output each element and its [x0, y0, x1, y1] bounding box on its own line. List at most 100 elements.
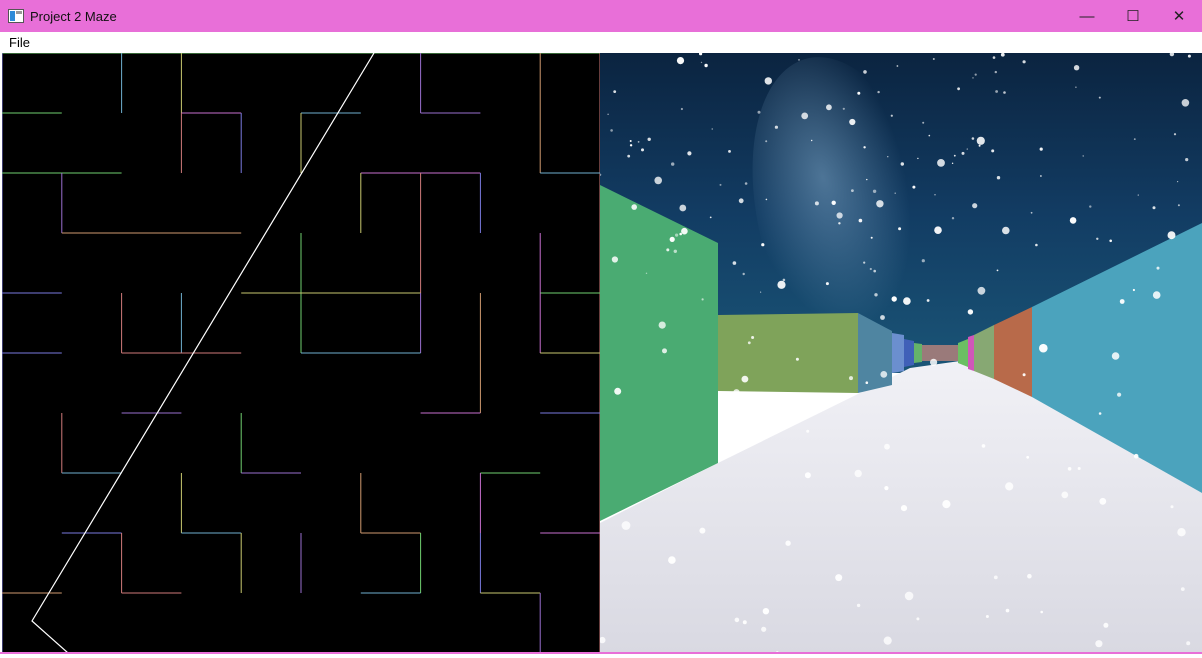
snowflake — [1133, 453, 1139, 459]
snowflake — [676, 57, 685, 65]
snowflake — [747, 341, 751, 345]
snowflake — [904, 591, 914, 601]
star — [1137, 194, 1139, 196]
snowflake — [880, 315, 885, 320]
snowflake — [849, 118, 856, 126]
snowflake — [1117, 392, 1122, 397]
snowflake — [1177, 528, 1186, 537]
wall-left-near — [600, 185, 718, 521]
star — [896, 65, 899, 67]
title-bar[interactable]: Project 2 Maze — ☐ ✕ — [0, 0, 1202, 32]
star — [744, 182, 748, 185]
star — [877, 90, 880, 94]
star — [1152, 206, 1156, 210]
snowflake — [741, 375, 749, 383]
star — [994, 70, 997, 74]
star — [991, 149, 995, 153]
star — [900, 162, 904, 166]
snowflake — [883, 636, 892, 645]
star — [1132, 288, 1135, 292]
snowflake — [856, 603, 861, 608]
snowflake — [1035, 243, 1038, 247]
snowflake — [681, 227, 688, 235]
snowflake — [1152, 291, 1161, 299]
wall-far-green — [914, 343, 922, 363]
star — [728, 150, 731, 153]
star — [673, 249, 677, 253]
snowflake — [1027, 573, 1032, 579]
snowflake — [1022, 373, 1026, 377]
minimize-button[interactable]: — — [1064, 0, 1110, 32]
star — [961, 151, 965, 155]
snowflake — [1022, 60, 1026, 64]
star — [1177, 181, 1179, 183]
maze-map — [1, 52, 601, 654]
star — [709, 216, 712, 219]
snowflake — [795, 357, 799, 361]
first-person-scene — [600, 53, 1202, 653]
star — [627, 154, 631, 158]
star — [711, 128, 713, 130]
star — [679, 232, 682, 236]
star — [629, 140, 632, 142]
snowflake — [1099, 497, 1107, 505]
snowflake — [1167, 231, 1176, 240]
snowflake — [831, 200, 836, 205]
snowflake — [934, 226, 942, 234]
wall-far-olive — [718, 313, 858, 393]
snowflake — [804, 472, 811, 479]
snowflake — [900, 505, 908, 512]
star — [842, 107, 845, 110]
snowflake — [976, 136, 985, 145]
snowflake — [762, 608, 770, 615]
menu-file[interactable]: File — [9, 35, 30, 50]
snowflake — [785, 540, 791, 546]
snowflake — [621, 521, 631, 530]
star — [951, 162, 954, 164]
snowflake — [761, 626, 767, 632]
snowflake — [1095, 640, 1103, 648]
snowflake — [865, 381, 869, 385]
wall-far-rose — [922, 345, 958, 361]
star — [863, 70, 867, 74]
snowflake — [971, 137, 975, 140]
snowflake — [658, 321, 666, 329]
star — [934, 194, 936, 196]
snowflake — [679, 204, 687, 212]
snowflake — [777, 280, 786, 289]
star — [978, 144, 981, 147]
star — [872, 189, 877, 193]
snowflake — [641, 148, 644, 152]
snowflake — [669, 236, 675, 242]
snowflake — [1061, 491, 1069, 499]
snowflake — [764, 77, 772, 85]
star — [996, 176, 1001, 180]
star — [1109, 239, 1112, 243]
star — [761, 243, 765, 247]
star — [1177, 204, 1180, 207]
star — [966, 148, 968, 150]
close-button[interactable]: ✕ — [1156, 0, 1202, 32]
star — [951, 217, 955, 220]
star — [953, 154, 956, 157]
snowflake — [742, 620, 747, 625]
star — [811, 139, 813, 142]
star — [898, 227, 902, 231]
star — [765, 140, 768, 143]
snowflake — [1180, 587, 1185, 591]
snowflake — [1005, 608, 1010, 613]
star — [890, 114, 893, 117]
snowflake — [814, 201, 819, 206]
star — [610, 129, 613, 132]
star — [700, 61, 703, 64]
maximize-button[interactable]: ☐ — [1110, 0, 1156, 32]
snowflake — [631, 204, 637, 210]
star — [1173, 133, 1177, 136]
star — [928, 134, 931, 137]
wall-far-green2 — [958, 339, 968, 367]
snowflake — [1026, 455, 1030, 459]
snowflake — [654, 176, 662, 185]
snowflake — [774, 125, 778, 129]
snowflake — [967, 309, 974, 315]
snowflake — [985, 615, 989, 618]
